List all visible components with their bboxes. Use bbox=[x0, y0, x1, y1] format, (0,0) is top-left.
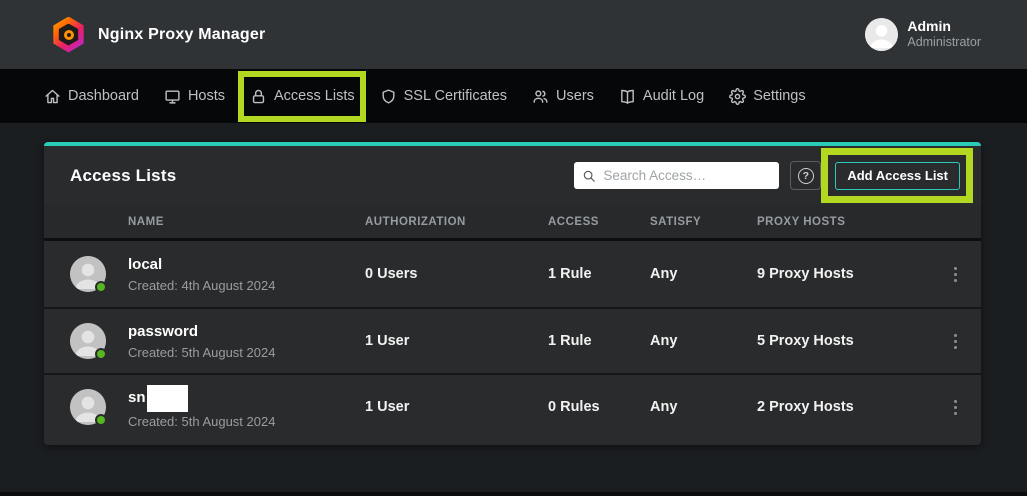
table-row[interactable]: password Created: 5th August 2024 1 User… bbox=[44, 307, 981, 373]
monitor-icon bbox=[164, 88, 181, 105]
column-header-authorization: AUTHORIZATION bbox=[365, 216, 548, 228]
access-list-created: Created: 4th August 2024 bbox=[128, 278, 365, 293]
nav-item-ssl-certificates[interactable]: SSL Certificates bbox=[380, 88, 507, 105]
cell-authorization: 0 Users bbox=[365, 266, 548, 282]
user-avatar bbox=[865, 18, 898, 51]
nav-item-audit-log[interactable]: Audit Log bbox=[619, 88, 704, 105]
nav-item-dashboard[interactable]: Dashboard bbox=[44, 88, 139, 105]
nav-label: Access Lists bbox=[274, 88, 355, 104]
nav-item-settings[interactable]: Settings bbox=[729, 88, 805, 105]
cell-access: 1 Rule bbox=[548, 333, 650, 349]
table-row[interactable]: local Created: 4th August 2024 0 Users 1… bbox=[44, 241, 981, 307]
lock-icon bbox=[250, 88, 267, 105]
page-title: Access Lists bbox=[70, 166, 176, 186]
app-title: Nginx Proxy Manager bbox=[98, 26, 265, 44]
access-list-name: local bbox=[128, 255, 365, 275]
nav-item-users[interactable]: Users bbox=[532, 88, 594, 105]
status-dot bbox=[95, 414, 107, 426]
page: Nginx Proxy Manager Admin Administrator … bbox=[0, 0, 1027, 496]
search-input[interactable] bbox=[603, 168, 771, 183]
add-access-list-button[interactable]: Add Access List bbox=[835, 162, 960, 190]
table-header-row: NAME AUTHORIZATION ACCESS SATISFY PROXY … bbox=[44, 205, 981, 241]
cell-access: 0 Rules bbox=[548, 399, 650, 415]
help-button[interactable]: ? bbox=[790, 161, 821, 190]
user-role: Administrator bbox=[907, 35, 981, 51]
users-icon bbox=[532, 88, 549, 105]
user-menu[interactable]: Admin Administrator bbox=[865, 18, 981, 51]
row-avatar bbox=[70, 389, 106, 425]
search-icon bbox=[582, 169, 596, 183]
nav-item-access-lists[interactable]: Access Lists bbox=[250, 88, 355, 105]
nav-label: Audit Log bbox=[643, 88, 704, 104]
column-header-satisfy: SATISFY bbox=[650, 216, 757, 228]
column-header-access: ACCESS bbox=[548, 216, 650, 228]
row-actions-menu-icon[interactable] bbox=[946, 328, 965, 355]
home-icon bbox=[44, 88, 61, 105]
nav-label: SSL Certificates bbox=[404, 88, 507, 104]
user-name: Admin bbox=[907, 18, 981, 36]
shield-icon bbox=[380, 88, 397, 105]
cell-proxy-hosts: 5 Proxy Hosts bbox=[757, 333, 929, 349]
cell-authorization: 1 User bbox=[365, 333, 548, 349]
access-list-created: Created: 5th August 2024 bbox=[128, 414, 365, 429]
cell-satisfy: Any bbox=[650, 266, 757, 282]
cell-proxy-hosts: 2 Proxy Hosts bbox=[757, 399, 929, 415]
cell-access: 1 Rule bbox=[548, 266, 650, 282]
status-dot bbox=[95, 281, 107, 293]
window-bottom-edge bbox=[0, 492, 1027, 496]
status-dot bbox=[95, 348, 107, 360]
access-list-name: password bbox=[128, 322, 365, 342]
panel-header: Access Lists ? Add Access List bbox=[44, 146, 981, 205]
question-mark-icon: ? bbox=[798, 168, 814, 184]
cell-proxy-hosts: 9 Proxy Hosts bbox=[757, 266, 929, 282]
row-actions-menu-icon[interactable] bbox=[946, 261, 965, 288]
cell-authorization: 1 User bbox=[365, 399, 548, 415]
nav-label: Settings bbox=[753, 88, 805, 104]
search-box bbox=[574, 162, 779, 189]
cell-satisfy: Any bbox=[650, 399, 757, 415]
nav-label: Dashboard bbox=[68, 88, 139, 104]
main-nav: Dashboard Hosts Access Lists SSL Certifi… bbox=[0, 69, 1027, 123]
nginx-proxy-manager-logo-icon bbox=[52, 17, 85, 53]
app-header: Nginx Proxy Manager Admin Administrator bbox=[0, 0, 1027, 69]
gear-icon bbox=[729, 88, 746, 105]
row-avatar bbox=[70, 323, 106, 359]
nav-label: Users bbox=[556, 88, 594, 104]
nav-item-hosts[interactable]: Hosts bbox=[164, 88, 225, 105]
access-list-name: sn bbox=[128, 388, 146, 408]
column-header-name: NAME bbox=[128, 216, 365, 228]
book-icon bbox=[619, 88, 636, 105]
access-list-created: Created: 5th August 2024 bbox=[128, 345, 365, 360]
access-lists-panel: Access Lists ? Add Access List NAME AUTH… bbox=[44, 142, 981, 445]
row-actions-menu-icon[interactable] bbox=[946, 394, 965, 421]
column-header-proxy-hosts: PROXY HOSTS bbox=[757, 216, 929, 228]
table-row[interactable]: sn Created: 5th August 2024 1 User 0 Rul… bbox=[44, 373, 981, 439]
nav-label: Hosts bbox=[188, 88, 225, 104]
redaction-box bbox=[147, 385, 188, 412]
row-avatar bbox=[70, 256, 106, 292]
cell-satisfy: Any bbox=[650, 333, 757, 349]
